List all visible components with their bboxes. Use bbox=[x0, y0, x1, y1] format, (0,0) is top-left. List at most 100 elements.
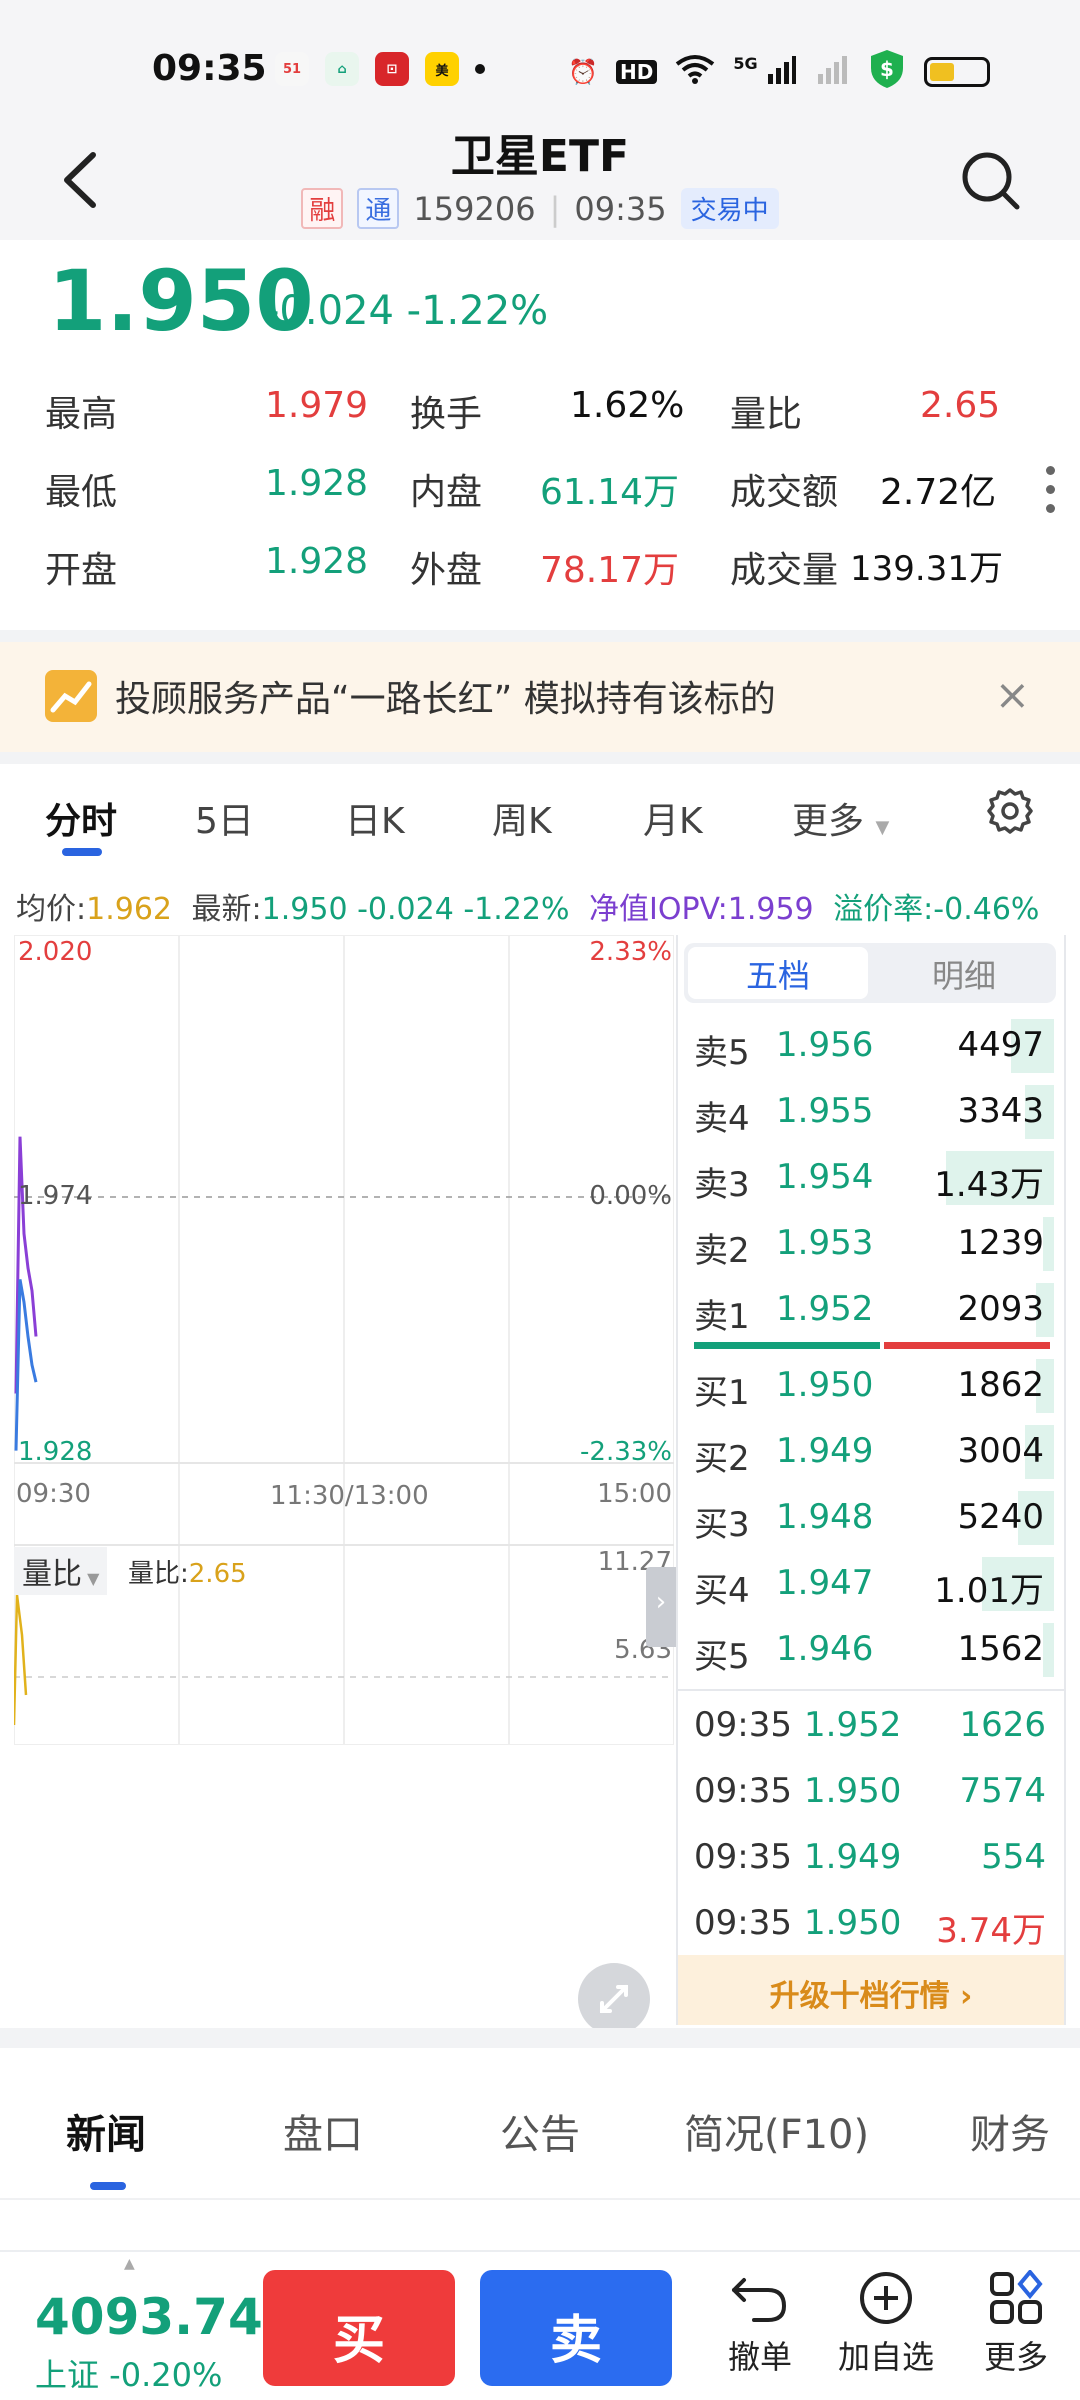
level-price: 1.948 bbox=[776, 1497, 874, 1537]
stock-code: 159206 bbox=[413, 189, 536, 228]
news-list-placeholder bbox=[0, 2198, 1080, 2250]
upgrade-level10-button[interactable]: 升级十档行情 › bbox=[678, 1955, 1064, 2025]
depth-bar bbox=[1043, 1623, 1054, 1677]
bid-level-row[interactable]: 买3 1.948 5240 bbox=[694, 1485, 1054, 1551]
level-label: 买3 bbox=[694, 1505, 750, 1545]
open-label: 开盘 bbox=[45, 550, 118, 591]
tab-5day[interactable]: 5日 bbox=[195, 792, 254, 844]
signal2-icon bbox=[814, 54, 850, 90]
inner-label: 内盘 bbox=[410, 472, 483, 513]
more-vertical-icon[interactable] bbox=[1046, 466, 1058, 523]
divider bbox=[678, 1689, 1064, 1691]
bid-level-row[interactable]: 买1 1.950 1862 bbox=[694, 1353, 1054, 1419]
tab-trade-detail[interactable]: 明细 bbox=[874, 951, 1054, 997]
level-label: 卖4 bbox=[694, 1099, 750, 1139]
expand-panel-handle[interactable]: › bbox=[646, 1567, 676, 1647]
level-price: 1.956 bbox=[776, 1025, 874, 1065]
fullscreen-icon[interactable] bbox=[578, 1963, 650, 2035]
level-label: 买5 bbox=[694, 1637, 750, 1677]
level-volume: 1562 bbox=[957, 1629, 1044, 1669]
divider bbox=[0, 2028, 1080, 2048]
turnover-label: 换手 bbox=[410, 394, 483, 435]
ask-level-row[interactable]: 卖1 1.952 2093 bbox=[694, 1277, 1054, 1343]
tab-market-depth[interactable]: 盘口 bbox=[283, 2102, 363, 2160]
tab-announcements[interactable]: 公告 bbox=[500, 2102, 580, 2160]
ask-level-row[interactable]: 卖3 1.954 1.43万 bbox=[694, 1145, 1054, 1211]
tick-volume: 554 bbox=[981, 1837, 1046, 1877]
connect-tag: 通 bbox=[357, 188, 400, 229]
tick-price: 1.949 bbox=[804, 1837, 902, 1877]
high-value: 1.979 bbox=[265, 385, 369, 426]
intraday-chart[interactable]: 2.020 1.974 1.928 2.33% 0.00% -2.33% 09:… bbox=[14, 935, 676, 2035]
vol-ratio-label: 量比 bbox=[730, 394, 803, 435]
order-book: 五档 明细 卖5 1.956 4497 卖4 1.955 3343 卖3 1.954 1.43万… bbox=[676, 935, 1066, 2025]
trade-tick-row: 09:35 1.949 554 bbox=[694, 1827, 1054, 1893]
tab-weekly-k[interactable]: 周K bbox=[492, 792, 552, 844]
search-icon[interactable] bbox=[955, 145, 1025, 215]
tab-intraday[interactable]: 分时 bbox=[45, 792, 117, 844]
bid-ask-ratio-bar bbox=[694, 1342, 1050, 1349]
level-label: 卖3 bbox=[694, 1165, 750, 1205]
promo-banner[interactable]: 投顾服务产品“一路长红” 模拟持有该标的 × bbox=[0, 642, 1080, 752]
level-label: 卖2 bbox=[694, 1231, 750, 1271]
pct-axis-bottom-label: -2.33% bbox=[580, 1437, 672, 1467]
security-shield-icon: $ bbox=[868, 48, 906, 96]
tab-news[interactable]: 新闻 bbox=[66, 2102, 146, 2160]
tab-profile-f10[interactable]: 简况(F10) bbox=[684, 2102, 869, 2160]
tick-time: 09:35 bbox=[694, 1705, 792, 1745]
level-label: 卖5 bbox=[694, 1033, 750, 1073]
buy-button[interactable]: 买 bbox=[263, 2270, 455, 2386]
tick-volume: 7574 bbox=[959, 1771, 1046, 1811]
bid-level-row[interactable]: 买4 1.947 1.01万 bbox=[694, 1551, 1054, 1617]
depth-bar bbox=[1043, 1217, 1054, 1271]
trade-tick-row: 09:35 1.950 3.74万 bbox=[694, 1893, 1054, 1959]
tick-time: 09:35 bbox=[694, 1903, 792, 1943]
more-button[interactable]: 更多 bbox=[956, 2270, 1076, 2378]
tab-five-levels[interactable]: 五档 bbox=[688, 947, 868, 999]
vr-value-number: 2.65 bbox=[188, 1559, 247, 1589]
vr-value: 量比:2.65 bbox=[128, 1553, 247, 1590]
level-label: 买4 bbox=[694, 1571, 750, 1611]
tab-financials[interactable]: 财务 bbox=[970, 2102, 1050, 2160]
ask-level-row[interactable]: 卖4 1.955 3343 bbox=[694, 1079, 1054, 1145]
quote-time: 09:35 bbox=[574, 189, 667, 228]
low-label: 最低 bbox=[45, 472, 118, 513]
more-label: 更多 bbox=[983, 2338, 1048, 2376]
close-icon[interactable]: × bbox=[995, 670, 1030, 719]
level-label: 买2 bbox=[694, 1439, 750, 1479]
tab-daily-k[interactable]: 日K bbox=[345, 792, 405, 844]
calendar-app-icon: 51 bbox=[275, 52, 309, 86]
svg-text:$: $ bbox=[880, 57, 894, 81]
chart-canvas bbox=[14, 935, 674, 1745]
ask-level-row[interactable]: 卖2 1.953 1239 bbox=[694, 1211, 1054, 1277]
x-axis-mid-label: 11:30/13:00 bbox=[270, 1481, 429, 1511]
sell-button[interactable]: 卖 bbox=[480, 2270, 672, 2386]
gear-icon[interactable] bbox=[985, 786, 1035, 836]
bid-level-row[interactable]: 买2 1.949 3004 bbox=[694, 1419, 1054, 1485]
tab-underline bbox=[62, 848, 102, 856]
bid-level-row[interactable]: 买5 1.946 1562 bbox=[694, 1617, 1054, 1683]
tick-price: 1.952 bbox=[804, 1705, 902, 1745]
avg-label: 均价: bbox=[16, 892, 87, 927]
level-price: 1.950 bbox=[776, 1365, 874, 1405]
volume-ratio-dropdown[interactable]: 量比 ▼ bbox=[14, 1547, 108, 1595]
ask-level-row[interactable]: 卖5 1.956 4497 bbox=[694, 1013, 1054, 1079]
add-watchlist-button[interactable]: 加自选 bbox=[826, 2270, 946, 2378]
tab-underline bbox=[90, 2182, 126, 2190]
trade-tick-row: 09:35 1.952 1626 bbox=[694, 1695, 1054, 1761]
index-value[interactable]: 4093.74 bbox=[35, 2288, 263, 2346]
vr-label: 量比 bbox=[22, 1557, 82, 1592]
tab-more[interactable]: 更多 ▼ bbox=[792, 792, 889, 844]
level-price: 1.947 bbox=[776, 1563, 874, 1603]
high-label: 最高 bbox=[45, 394, 118, 435]
level-label: 买1 bbox=[694, 1373, 750, 1413]
level-volume: 1862 bbox=[957, 1365, 1044, 1405]
wifi-icon bbox=[675, 54, 715, 90]
cancel-order-button[interactable]: 撤单 bbox=[700, 2270, 820, 2378]
tab-monthly-k[interactable]: 月K bbox=[643, 792, 703, 844]
page-title: 卫星ETF bbox=[450, 131, 630, 182]
section-tabs: 新闻 盘口 公告 简况(F10) 财务 bbox=[0, 2048, 1080, 2198]
level-price: 1.946 bbox=[776, 1629, 874, 1669]
level-volume: 2093 bbox=[957, 1289, 1044, 1329]
index-name[interactable]: 上证 -0.20% bbox=[35, 2350, 222, 2396]
